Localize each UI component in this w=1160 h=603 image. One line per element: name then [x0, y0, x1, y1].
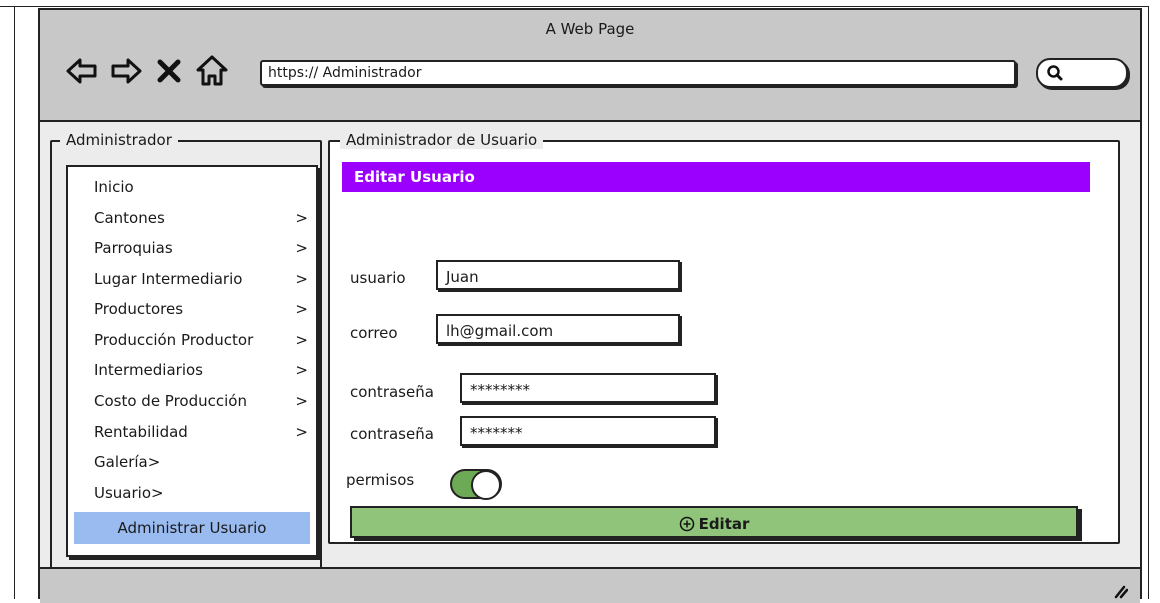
- correo-label: correo: [350, 324, 398, 342]
- sidebar-item-inicio[interactable]: Inicio: [94, 173, 308, 201]
- correo-input[interactable]: lh@gmail.com: [436, 314, 680, 344]
- chevron-right-icon: >: [295, 270, 308, 288]
- window-title: A Web Page: [545, 20, 635, 38]
- browser-titlebar: A Web Page https:// Administrador: [40, 10, 1140, 122]
- frame-left-border: [14, 6, 15, 599]
- toggle-knob: [471, 470, 501, 500]
- sidebar-item-galeria[interactable]: Galería>: [94, 448, 308, 476]
- sidebar-item-label: Usuario>: [94, 484, 164, 502]
- sidebar-item-productores[interactable]: Productores >: [94, 295, 308, 323]
- user-admin-legend: Administrador de Usuario: [340, 131, 544, 149]
- sidebar-item-label: Galería>: [94, 453, 161, 471]
- sidebar-item-lugar-intermediario[interactable]: Lugar Intermediario >: [94, 265, 308, 293]
- chevron-right-icon: >: [295, 209, 308, 227]
- plus-circle-icon: [679, 516, 694, 532]
- sidebar-item-label: Costo de Producción: [94, 392, 247, 410]
- sidebar-item-usuario[interactable]: Usuario>: [94, 479, 308, 507]
- sidebar-item-label: Productores: [94, 300, 184, 318]
- sidebar-item-label: Lugar Intermediario: [94, 270, 243, 288]
- edit-button[interactable]: Editar: [350, 506, 1078, 538]
- usuario-label: usuario: [350, 269, 406, 287]
- chevron-right-icon: >: [295, 361, 308, 379]
- permisos-toggle[interactable]: [450, 469, 502, 500]
- chevron-right-icon: >: [295, 300, 308, 318]
- home-icon[interactable]: [194, 53, 230, 89]
- sidebar-item-administrar-usuario[interactable]: Administrar Usuario: [74, 512, 310, 544]
- chevron-right-icon: >: [295, 331, 308, 349]
- browser-window: A Web Page https:// Administrador Admini…: [38, 8, 1142, 603]
- chevron-right-icon: >: [295, 423, 308, 441]
- chevron-right-icon: >: [295, 239, 308, 257]
- browser-statusbar: [40, 567, 1140, 603]
- sidebar-item-label: Parroquias: [94, 239, 173, 257]
- password-confirm-input[interactable]: *******: [460, 416, 716, 446]
- sidebar-item-cantones[interactable]: Cantones >: [94, 204, 308, 232]
- sidebar-item-produccion-productor[interactable]: Producción Productor >: [94, 326, 308, 354]
- password-confirm-label: contraseña: [350, 425, 434, 443]
- frame-right-border: [1148, 6, 1149, 599]
- sidebar-item-rentabilidad[interactable]: Rentabilidad >: [94, 418, 308, 446]
- sidebar-item-intermediarios[interactable]: Intermediarios >: [94, 356, 308, 384]
- usuario-input[interactable]: Juan: [436, 260, 680, 290]
- edit-button-label: Editar: [698, 515, 750, 533]
- url-bar[interactable]: https:// Administrador: [260, 60, 1016, 86]
- sidebar-item-label: Cantones: [94, 209, 165, 227]
- sidebar-item-label: Inicio: [94, 178, 134, 196]
- back-arrow-icon[interactable]: [64, 53, 100, 89]
- forward-arrow-icon[interactable]: [108, 53, 144, 89]
- edit-user-header: Editar Usuario: [342, 162, 1090, 192]
- close-x-icon[interactable]: [152, 53, 188, 89]
- search-box[interactable]: [1036, 58, 1128, 88]
- sidebar-item-costo-produccion[interactable]: Costo de Producción >: [94, 387, 308, 415]
- user-admin-fieldset: Administrador de Usuario Editar Usuario …: [328, 131, 1120, 544]
- password-label: contraseña: [350, 383, 434, 401]
- sidebar-item-label: Rentabilidad: [94, 423, 188, 441]
- chevron-right-icon: >: [295, 392, 308, 410]
- resize-grip-icon[interactable]: [1108, 579, 1128, 599]
- sidebar-legend: Administrador: [60, 131, 178, 149]
- sidebar-item-label: Producción Productor: [94, 331, 254, 349]
- search-icon: [1047, 65, 1063, 81]
- permisos-label: permisos: [346, 471, 415, 489]
- sidebar-item-parroquias[interactable]: Parroquias >: [94, 234, 308, 262]
- frame-top-border: [0, 6, 1148, 7]
- sidebar-menu: Inicio Cantones > Parroquias > Lugar Inter…: [66, 165, 318, 557]
- sidebar-item-label: Intermediarios: [94, 361, 203, 379]
- password-input[interactable]: ********: [460, 373, 716, 403]
